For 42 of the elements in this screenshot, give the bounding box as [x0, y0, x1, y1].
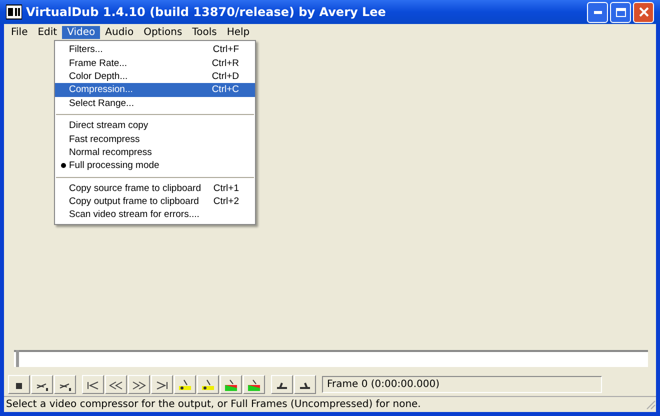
menu-option[interactable]: Frame Rate... Ctrl+R [55, 56, 255, 70]
minimize-button[interactable] [587, 2, 608, 22]
fast-forward-button[interactable] [128, 375, 150, 394]
maximize-button[interactable] [610, 2, 631, 22]
menu-option[interactable]: Full processing mode [55, 159, 255, 173]
status-text: Select a video compressor for the output, or Full Frames (Uncompressed) for none. [6, 399, 421, 410]
menu-option[interactable]: Select Range... [55, 96, 255, 110]
menu-item[interactable]: Audio [100, 26, 139, 38]
maximize-icon [616, 8, 626, 16]
app-icon [6, 4, 22, 20]
menu-option[interactable]: Scan video stream for errors.... [55, 208, 255, 222]
menu-item[interactable]: Video [62, 26, 100, 38]
minimize-icon [594, 10, 602, 14]
menu-item[interactable]: File [6, 26, 33, 38]
menu-option[interactable]: Filters... Ctrl+F [55, 43, 255, 56]
frame-indicator: Frame 0 (0:00:00.000) [322, 376, 602, 393]
skip-start-icon [86, 378, 100, 390]
menu-option[interactable]: Color Depth... Ctrl+D [55, 70, 255, 84]
rewind-button[interactable] [105, 375, 127, 394]
fast-forward-icon [132, 378, 146, 390]
menu-item[interactable]: Tools [187, 26, 222, 38]
menu-item[interactable]: Options [138, 26, 188, 38]
skip-end-button[interactable] [151, 375, 173, 394]
resize-grip-icon [645, 399, 656, 410]
menu-item[interactable]: Help [222, 26, 255, 38]
window-title: VirtualDub 1.4.10 (build 13870/release) by Avery Lee [26, 5, 386, 19]
menu-option[interactable]: Compression... Ctrl+C [55, 83, 255, 97]
radio-bullet-icon [60, 163, 66, 168]
skip-end-icon [155, 378, 169, 390]
close-button[interactable] [633, 2, 654, 22]
menu-option[interactable]: Copy source frame to clipboard Ctrl+1 [55, 182, 255, 195]
slider-thumb[interactable] [16, 350, 19, 367]
menu-option[interactable]: Normal recompress [55, 146, 255, 160]
rewind-icon [109, 378, 123, 390]
menu-option[interactable]: Copy output frame to clipboard Ctrl+2 [55, 194, 255, 208]
position-slider[interactable] [14, 350, 648, 367]
close-icon [638, 7, 648, 17]
skip-start-button[interactable] [82, 375, 104, 394]
stop-button[interactable] [8, 375, 30, 394]
menu-option[interactable]: Fast recompress [55, 132, 255, 146]
menu-option[interactable]: Direct stream copy [55, 118, 255, 132]
menu-item[interactable]: Edit [32, 26, 62, 38]
